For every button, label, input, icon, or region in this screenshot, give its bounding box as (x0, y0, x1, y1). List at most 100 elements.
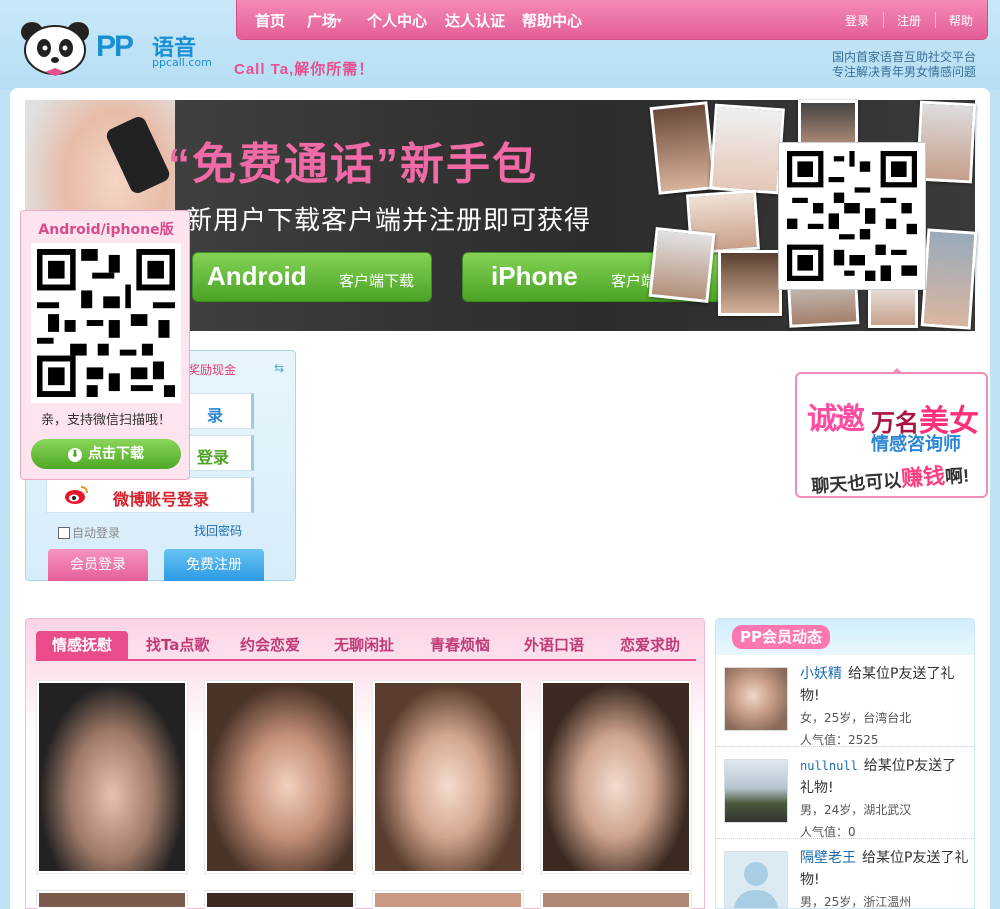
collage-photo (709, 103, 785, 195)
recruit-counselor-ad[interactable]: 诚邀 万名美女 情感咨询师 聊天也可以赚钱啊! (795, 368, 988, 500)
user-thumbnail[interactable] (372, 890, 524, 909)
panda-logo-icon (21, 22, 89, 76)
nav-divider (883, 12, 884, 28)
banner-qr-code (778, 142, 926, 290)
list-item: nullnull 给某位P友送了礼物! 男，24岁，湖北武汉 人气值：0 (716, 747, 974, 839)
find-password-link[interactable]: 找回密码 (194, 522, 242, 539)
free-register-button[interactable]: 免费注册 (164, 549, 264, 581)
news-user-info: 男，25岁，浙江温州 (800, 895, 912, 909)
qr-popup-title: Android/iphone版 (38, 222, 174, 238)
default-avatar-icon (733, 862, 779, 908)
login-reward-text: 奖励现金 (188, 363, 237, 377)
avatar[interactable] (724, 759, 788, 823)
nav-personal-center[interactable]: 个人中心 (367, 10, 427, 31)
tab-chitchat[interactable]: 无聊闲扯 (334, 631, 394, 659)
chevron-down-icon: ▾ (337, 16, 342, 27)
android-download-button[interactable]: Android 客户端下载 (192, 252, 432, 302)
tagline: 国内首家语音互助社交平台 专注解决青年男女情感问题 (832, 50, 976, 80)
news-user-info: 男，24岁，湖北武汉 (800, 803, 912, 817)
weibo-login-label: 微博账号登录 (113, 490, 210, 509)
nav-square-label: 广场 (307, 12, 338, 30)
nav-divider (935, 12, 936, 28)
auto-login-checkbox[interactable]: 自动登录 (58, 524, 120, 541)
collage-photo (920, 228, 978, 330)
click-download-button[interactable]: ⬇ 点击下载 (31, 439, 181, 469)
collage-photo (648, 227, 716, 303)
swap-icon[interactable]: ⇆ (274, 361, 284, 375)
logo-pp-text: PP (96, 30, 134, 63)
wechat-login-label: 登录 (197, 448, 230, 467)
news-user-name[interactable]: 隔壁老王 (800, 850, 856, 866)
banner-title: “免费通话”新手包 (168, 140, 538, 189)
tab-love-help[interactable]: 恋爱求助 (620, 631, 680, 659)
app-qr-popup: Android/iphone版 亲，支持微信扫描哦！ ⬇ 点击下载 (20, 210, 190, 480)
list-item: 隔壁老王 给某位P友送了礼物! 男，25岁，浙江温州 (716, 839, 974, 909)
tagline-line-2: 专注解决青年男女情感问题 (831, 65, 976, 79)
weibo-icon (65, 486, 88, 504)
qr-popup-hint: 亲，支持微信扫描哦！ (40, 413, 171, 428)
checkbox-icon (58, 527, 70, 539)
member-news-panel: PP会员动态 小妖精 给某位P友送了礼物! 女，25岁，台湾台北 人气值：2525… (715, 618, 975, 909)
member-login-button[interactable]: 会员登录 (48, 549, 148, 581)
login-link[interactable]: 登录 (845, 12, 869, 29)
invite-text-d: 聊天也可以赚钱啊! (810, 457, 970, 500)
collage-photo (649, 101, 717, 195)
invite-text-d-earn: 赚钱 (900, 463, 946, 492)
tab-youth-worries[interactable]: 青春烦恼 (430, 631, 490, 659)
list-item: 小妖精 给某位P友送了礼物! 女，25岁，台湾台北 人气值：2525 (716, 655, 974, 747)
collage-photo (798, 100, 858, 148)
news-popularity: 人气值：2525 (800, 733, 879, 747)
qr-code-image (31, 243, 181, 403)
site-logo[interactable]: PP 语音 ppcall.com (14, 18, 224, 82)
nav-home[interactable]: 首页 (255, 10, 285, 31)
slogan: Call Ta,解你所需！ (234, 61, 375, 78)
news-popularity: 人气值：0 (800, 825, 856, 839)
tab-foreign-language[interactable]: 外语口语 (524, 631, 584, 659)
qr-code-icon (37, 249, 175, 397)
qq-login-label: 录 (207, 406, 224, 425)
nav-verification[interactable]: 达人认证 (445, 10, 505, 31)
avatar[interactable] (724, 667, 788, 731)
collage-photo (718, 250, 782, 316)
user-thumbnail[interactable] (204, 890, 356, 909)
tab-underline (36, 659, 696, 661)
news-action: 隔壁老王 给某位P友送了礼物! (800, 847, 970, 891)
weibo-login-button[interactable]: 微博账号登录 (46, 477, 254, 513)
click-download-label: 点击下载 (88, 446, 144, 462)
user-thumbnail[interactable] (36, 890, 188, 909)
tab-dating[interactable]: 约会恋爱 (240, 631, 300, 659)
news-user-name[interactable]: nullnull (800, 759, 858, 773)
user-thumbnail[interactable] (540, 680, 692, 874)
invite-text-d-post: 啊! (944, 465, 970, 488)
member-news-header: PP会员动态 (716, 619, 974, 655)
user-thumbnail[interactable] (36, 680, 188, 874)
android-sub-label: 客户端下载 (339, 272, 415, 290)
logo-domain-text: ppcall.com (152, 56, 212, 69)
news-user-name[interactable]: 小妖精 (800, 666, 842, 682)
main-nav: 首页 广场▾ 个人中心 达人认证 帮助中心 登录 注册 帮助 (236, 0, 988, 40)
tagline-line-1: 国内首家语音互助社交平台 (831, 50, 976, 64)
invite-text-d-pre: 聊天也可以 (810, 470, 902, 497)
nav-help-center[interactable]: 帮助中心 (522, 10, 582, 31)
news-user-info: 女，25岁，台湾台北 (800, 711, 912, 725)
avatar[interactable] (724, 851, 788, 908)
register-link[interactable]: 注册 (897, 12, 921, 29)
user-thumbnail[interactable] (204, 680, 356, 874)
user-thumbnail[interactable] (540, 890, 692, 909)
download-icon: ⬇ (68, 448, 82, 462)
news-action: nullnull 给某位P友送了礼物! (800, 755, 970, 799)
user-thumbnail[interactable] (372, 680, 524, 874)
iphone-label: iPhone (491, 261, 578, 291)
invite-text-a: 诚邀 (807, 403, 865, 436)
qr-code-icon (787, 151, 917, 281)
help-link[interactable]: 帮助 (949, 12, 973, 29)
tab-song-request[interactable]: 找Ta点歌 (146, 631, 209, 659)
tab-emotional-comfort[interactable]: 情感抚慰 (36, 631, 129, 659)
android-label: Android (207, 261, 307, 291)
banner-subtitle: 新用户下载客户端并注册即可获得 (186, 206, 592, 236)
invite-text-c: 情感咨询师 (871, 434, 961, 454)
auto-login-label: 自动登录 (72, 526, 121, 540)
news-action: 小妖精 给某位P友送了礼物! (800, 663, 970, 707)
nav-square[interactable]: 广场▾ (307, 10, 342, 31)
member-news-title: PP会员动态 (732, 625, 830, 649)
